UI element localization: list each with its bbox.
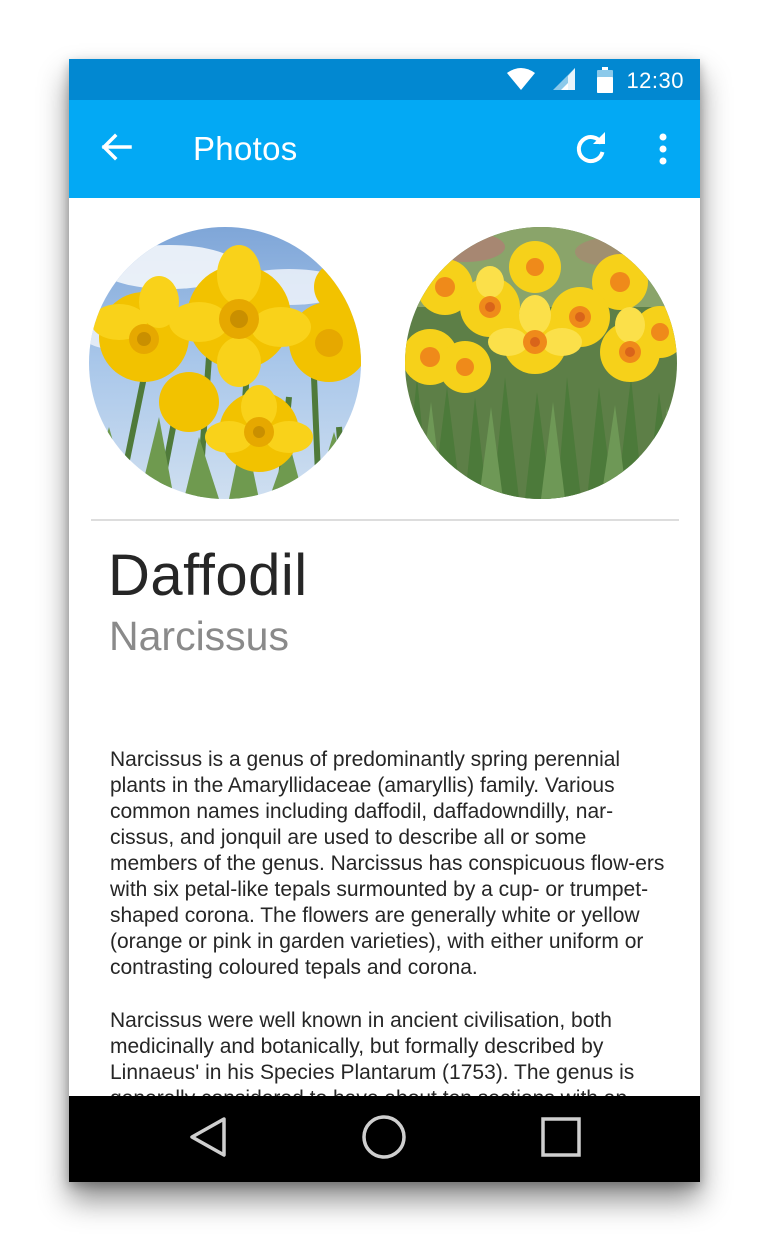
phone-screen: 12:30 Photos Daffodil Narcissus Narcissu… [69, 59, 700, 1182]
nav-recents-button[interactable] [535, 1113, 587, 1165]
more-options-button[interactable] [639, 127, 687, 175]
status-bar: 12:30 [69, 59, 700, 100]
more-vert-icon [659, 133, 667, 170]
battery-icon [597, 67, 613, 98]
content-area: Daffodil Narcissus Narcissus is a genus … [69, 198, 700, 1096]
daffodil-photo-sky[interactable] [89, 227, 361, 499]
recents-square-icon [540, 1116, 582, 1163]
app-bar: Photos [69, 100, 700, 198]
back-button[interactable] [92, 125, 140, 173]
home-circle-icon [361, 1114, 407, 1165]
article-title: Daffodil [108, 543, 308, 608]
status-time: 12:30 [626, 68, 684, 93]
refresh-button[interactable] [567, 127, 615, 175]
daffodil-photo-field[interactable] [405, 227, 677, 499]
article-subtitle: Narcissus [109, 613, 289, 659]
article-paragraph-2: Narcissus were well known in ancient civ… [110, 1009, 635, 1096]
divider [91, 519, 679, 521]
app-title: Photos [193, 130, 298, 167]
refresh-icon [574, 131, 608, 171]
nav-home-button[interactable] [358, 1113, 410, 1165]
back-arrow-icon [100, 133, 132, 166]
article-paragraph-1: Narcissus is a genus of predominantly sp… [110, 748, 665, 979]
system-nav-bar [69, 1096, 700, 1182]
back-triangle-icon [188, 1115, 228, 1164]
nav-back-button[interactable] [182, 1113, 234, 1165]
cell-signal-icon [551, 67, 577, 96]
wifi-icon [506, 67, 536, 96]
